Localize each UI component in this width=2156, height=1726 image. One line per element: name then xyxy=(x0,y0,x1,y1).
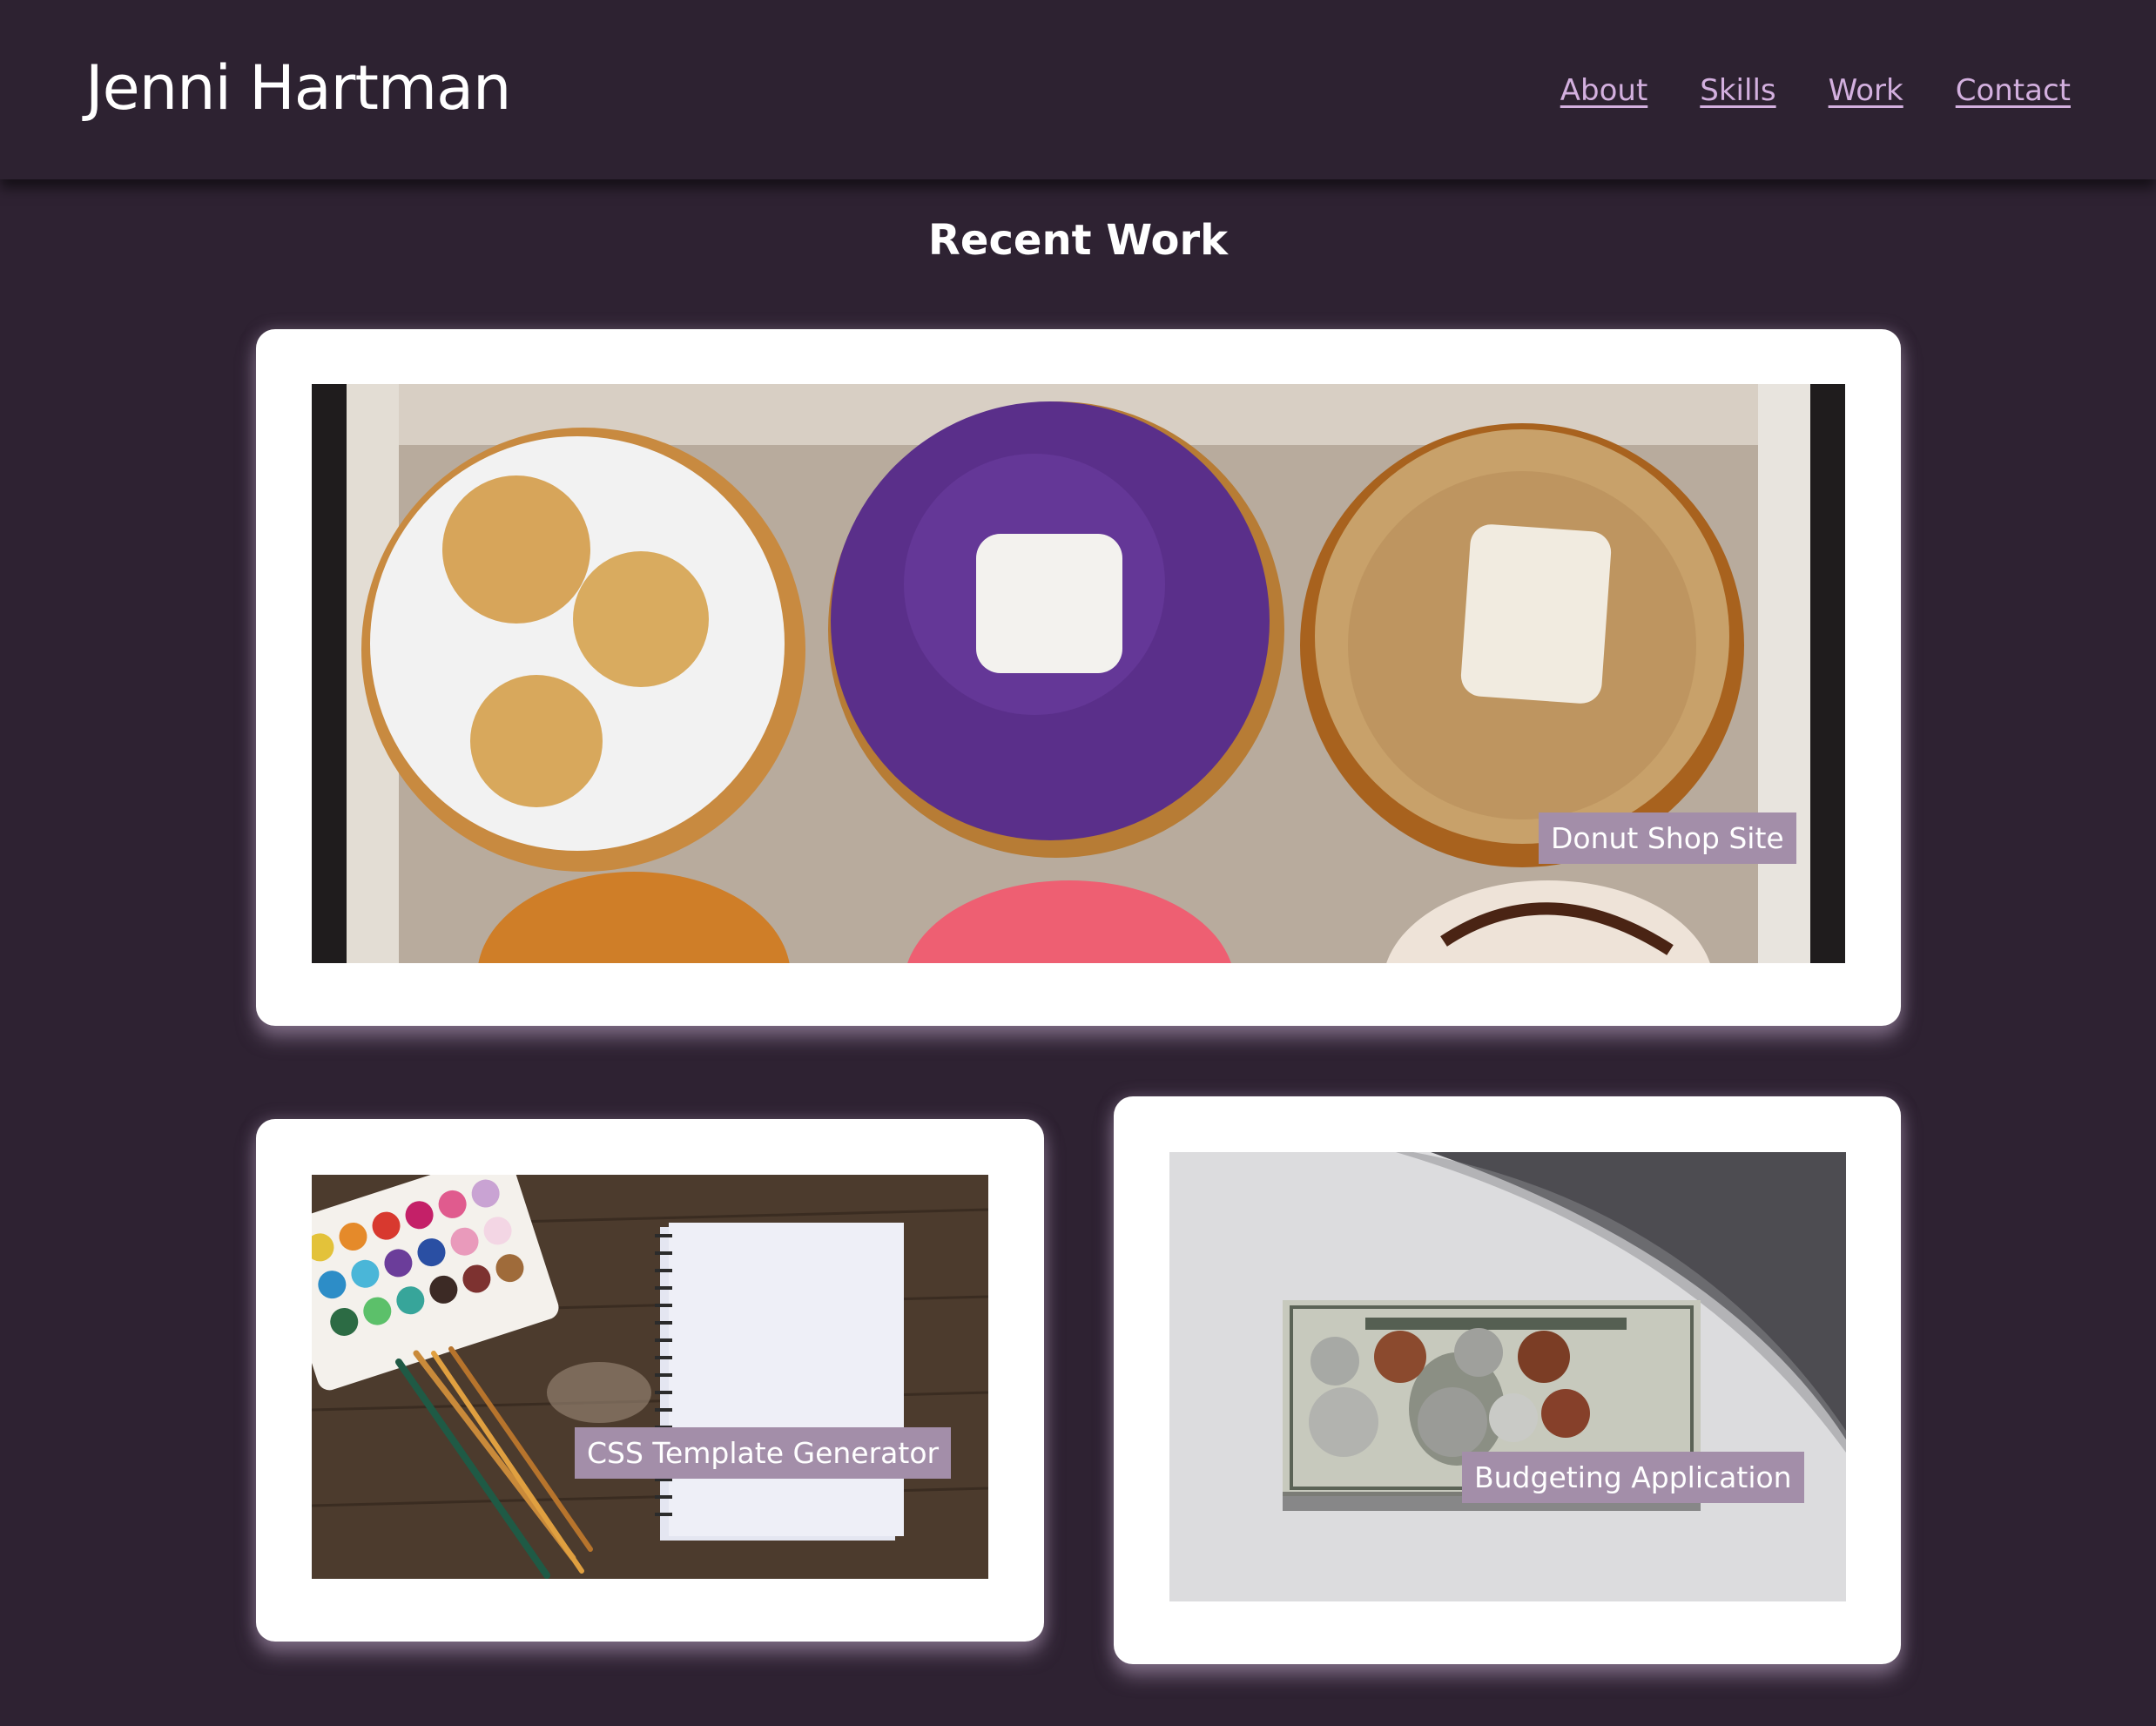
nav-link-skills[interactable]: Skills xyxy=(1700,73,1775,108)
main-nav: About Skills Work Contact xyxy=(1560,73,2071,108)
site-header: Jenni Hartman About Skills Work Contact xyxy=(0,0,2156,179)
watercolor-notebook-photo xyxy=(312,1175,988,1579)
project-label: Budgeting Application xyxy=(1462,1452,1804,1503)
project-card-donut[interactable]: Donut Shop Site xyxy=(256,329,1901,1026)
project-label: CSS Template Generator xyxy=(575,1427,952,1479)
nav-link-contact[interactable]: Contact xyxy=(1956,73,2071,108)
section-title: Recent Work xyxy=(927,216,1229,265)
project-label: Donut Shop Site xyxy=(1539,812,1796,864)
project-card-budgeting[interactable]: Budgeting Application xyxy=(1114,1096,1901,1664)
dollar-coins-photo xyxy=(1169,1152,1846,1601)
donut-box-photo xyxy=(312,384,1845,963)
brand-name[interactable]: Jenni Hartman xyxy=(85,52,511,124)
nav-link-work[interactable]: Work xyxy=(1829,73,1903,108)
project-card-css-generator[interactable]: CSS Template Generator xyxy=(256,1119,1044,1642)
nav-link-about[interactable]: About xyxy=(1560,73,1648,108)
